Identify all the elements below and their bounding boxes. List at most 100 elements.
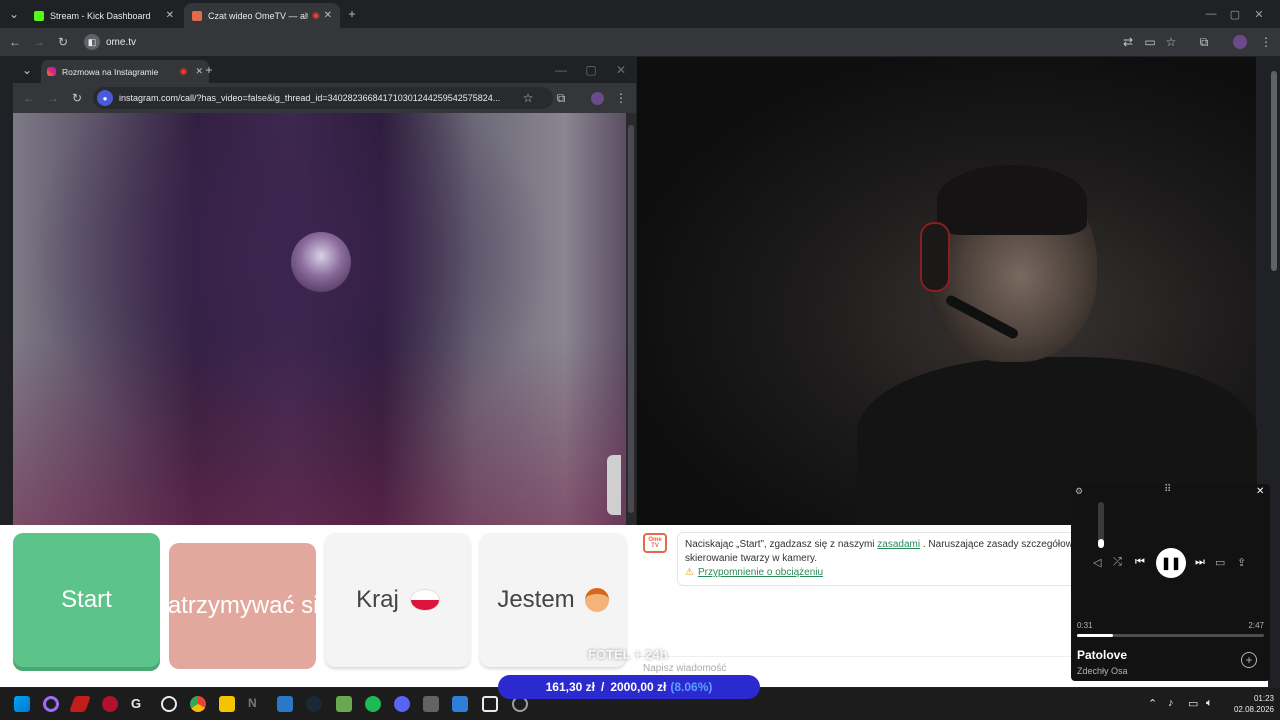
menu-icon[interactable]: ⋮	[613, 90, 629, 106]
back-icon[interactable]: ←	[21, 90, 37, 106]
tab-search-icon[interactable]: ⌄	[6, 6, 22, 22]
system-clock[interactable]: 01:23 02.08.2026	[1226, 693, 1274, 715]
ometv-icon	[192, 10, 202, 21]
translate-icon[interactable]: ⇄	[1120, 34, 1136, 50]
ig-scrollbar[interactable]	[626, 113, 636, 525]
tray-chevron-icon[interactable]: ⌃	[1148, 697, 1157, 710]
streamer-hair	[937, 165, 1087, 235]
close-tab-icon[interactable]: ✕	[324, 10, 332, 21]
obs-like-app-icon[interactable]	[43, 696, 59, 712]
track-artist[interactable]: Zdechły Osa	[1077, 666, 1128, 676]
extensions-icon[interactable]: ⧉	[1196, 34, 1212, 50]
reminder-link[interactable]: Przypomnienie o obciążeniu	[698, 567, 823, 578]
menu-icon[interactable]: ⋮	[1258, 34, 1274, 50]
msi-afterburner-icon[interactable]	[69, 696, 91, 712]
cast-icon[interactable]: ▭	[1142, 34, 1158, 50]
settings-sliders-icon[interactable]: ⚙	[1075, 486, 1083, 497]
overlay-goal-label: FOTEL + 24h	[588, 647, 668, 662]
ig-toolbar: ← → ↻ ● instagram.com/call/?has_video=fa…	[13, 83, 636, 113]
mail-icon[interactable]	[452, 696, 468, 712]
close-icon[interactable]: ✕	[1256, 486, 1264, 497]
add-to-library-icon[interactable]: +	[1241, 652, 1257, 668]
site-info-icon[interactable]: ◧	[84, 34, 100, 50]
browser-tab-strip: ⌄ Stream - Kick Dashboard ✕ Czat wideo O…	[0, 0, 1280, 28]
tab-ometv[interactable]: Czat wideo OmeTV — alter ◉ ✕	[184, 3, 340, 28]
address-bar[interactable]: ◧ ome.tv	[80, 31, 1110, 53]
back-icon[interactable]: ←	[7, 34, 23, 50]
close-tab-icon[interactable]: ✕	[166, 10, 174, 21]
caller-avatar	[291, 232, 351, 292]
profile-avatar[interactable]	[589, 90, 605, 106]
speaker-icon[interactable]: ◁	[1093, 556, 1101, 569]
pause-button[interactable]: ❚❚	[1156, 548, 1186, 578]
forward-icon[interactable]: →	[31, 34, 47, 50]
snipping-tool-icon[interactable]	[482, 696, 498, 712]
goal-separator: /	[600, 680, 605, 694]
chrome-icon[interactable]	[190, 696, 206, 712]
calculator-icon[interactable]	[423, 696, 439, 712]
goal-target: 2000,00 zł	[610, 680, 667, 694]
stop-button[interactable]: Zatrzymywać się	[169, 543, 316, 669]
bookmark-star-icon[interactable]: ☆	[1163, 34, 1179, 50]
rules-notice: Naciskając „Start”, zgadzasz się z naszy…	[677, 532, 1107, 586]
playback-progress[interactable]	[1077, 634, 1264, 637]
track-title[interactable]: Patolove	[1077, 648, 1127, 662]
microphone-icon[interactable]: ●	[97, 90, 113, 106]
new-tab-icon[interactable]: +	[201, 62, 217, 78]
reload-icon[interactable]: ↻	[69, 90, 85, 106]
previous-icon[interactable]: ⏮	[1135, 556, 1145, 569]
forward-icon[interactable]: →	[45, 90, 61, 106]
microphone-tray-icon[interactable]: ♪	[1168, 697, 1174, 709]
tab-search-icon[interactable]: ⌄	[19, 62, 35, 78]
goal-current: 161,30 zł	[545, 680, 595, 694]
ig-address-url: instagram.com/call/?has_video=false&ig_t…	[119, 93, 501, 103]
next-icon[interactable]: ⏭	[1195, 556, 1205, 569]
miniplayer-topbar[interactable]: ⚙ ⠿ ✕	[1071, 484, 1270, 502]
ig-tab-strip: ⌄ Rozmowa na Instagramie ◉ ✕ + — ▢ ✕	[13, 57, 636, 83]
photos-icon[interactable]	[277, 696, 293, 712]
volume-slider[interactable]	[1098, 502, 1104, 548]
discord-icon[interactable]	[394, 696, 410, 712]
shuffle-icon[interactable]: ⤮	[1113, 556, 1122, 569]
tab-instagram-call[interactable]: Rozmowa na Instagramie ◉ ✕	[41, 60, 209, 83]
start-menu-icon[interactable]	[14, 696, 30, 712]
app-g-icon[interactable]: G	[131, 696, 147, 712]
app-red-icon[interactable]	[102, 696, 118, 712]
close-window-icon[interactable]: ✕	[613, 62, 629, 78]
minimize-icon[interactable]: —	[553, 62, 569, 78]
spotify-icon[interactable]	[365, 696, 381, 712]
start-button[interactable]: Start	[13, 533, 160, 667]
tab-title: Rozmowa na Instagramie	[62, 66, 159, 77]
spotify-miniplayer: ⚙ ⠿ ✕ ◁ ⤮ ⏮ ❚❚ ⏭ ▭ ⇪ 0:31 2:47 Patolove …	[1071, 484, 1270, 681]
share-icon[interactable]: ⇪	[1237, 556, 1246, 569]
donation-goal-bar: 161,30 zł / 2000,00 zł (8.06%)	[498, 675, 760, 699]
minecraft-icon[interactable]	[336, 696, 352, 712]
self-view-thumbnail[interactable]	[607, 455, 621, 515]
drag-handle-icon[interactable]: ⠿	[1164, 484, 1171, 495]
instagram-icon	[47, 67, 56, 76]
country-button[interactable]: Kraj	[325, 533, 470, 667]
warning-icon: ⚠	[685, 567, 694, 578]
notion-icon[interactable]: N	[248, 696, 264, 712]
tab-kick-dashboard[interactable]: Stream - Kick Dashboard ✕	[26, 3, 182, 28]
network-icon[interactable]: ▭	[1188, 697, 1198, 710]
extensions-icon[interactable]: ⧉	[553, 90, 569, 106]
goal-percent: (8.06%)	[670, 680, 713, 694]
connect-device-icon[interactable]: ▭	[1215, 556, 1225, 569]
reload-icon[interactable]: ↻	[55, 34, 71, 50]
rules-link[interactable]: zasadami	[877, 539, 920, 550]
obs-icon[interactable]	[161, 696, 177, 712]
bookmark-star-icon[interactable]: ☆	[520, 90, 536, 106]
restore-icon[interactable]: ▢	[583, 62, 599, 78]
ig-address-bar[interactable]: ● instagram.com/call/?has_video=false&ig…	[93, 87, 553, 109]
boy-emoji-icon	[584, 588, 609, 612]
profile-avatar[interactable]	[1232, 34, 1248, 50]
file-explorer-icon[interactable]	[219, 696, 235, 712]
new-tab-icon[interactable]: +	[344, 6, 360, 22]
steam-icon[interactable]	[306, 696, 322, 712]
kick-icon	[34, 10, 44, 21]
volume-icon[interactable]: 🔈︎	[1206, 697, 1213, 710]
close-window-icon[interactable]: ✕	[1236, 0, 1280, 28]
track-duration: 2:47	[1248, 621, 1264, 630]
headset	[920, 222, 950, 292]
